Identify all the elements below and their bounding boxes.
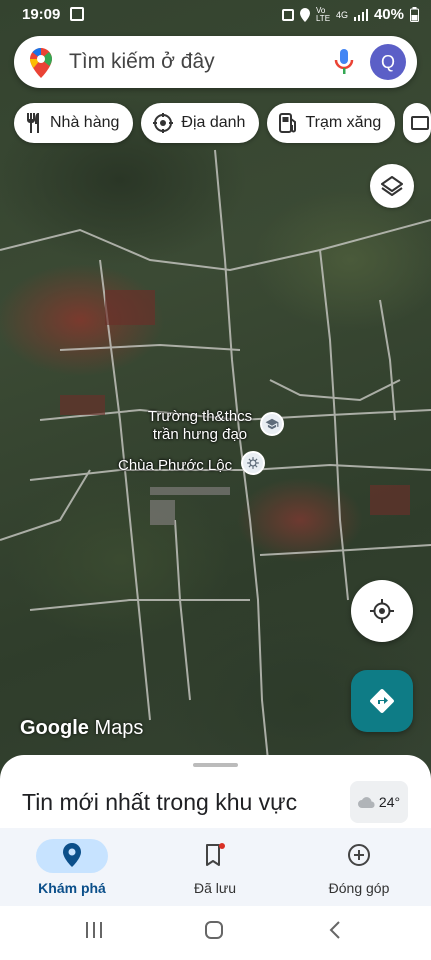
volte-badge: Vo LTE (315, 5, 331, 23)
chip-gas-stations[interactable]: Trạm xăng (267, 103, 396, 143)
layers-button[interactable] (370, 164, 414, 208)
nav-contribute-label: Đóng góp (328, 880, 390, 896)
weather-temperature: 24° (378, 794, 401, 810)
location-icon (299, 7, 310, 22)
search-input[interactable]: Tìm kiếm ở đây (69, 50, 215, 74)
microphone-icon[interactable] (334, 49, 354, 80)
gas-station-icon (279, 113, 297, 133)
category-chips: Nhà hàng Địa danh Trạm xăng (14, 103, 431, 143)
status-time: 19:09 (22, 6, 61, 23)
system-navigation-bar (0, 906, 431, 960)
status-bar: 19:09 Vo LTE 4G 40% (0, 0, 431, 30)
nav-explore-label: Khám phá (38, 880, 106, 896)
watermark-google: Google (20, 717, 89, 739)
landmark-icon (153, 113, 174, 133)
network-badge: 4G (335, 9, 348, 20)
directions-icon (370, 689, 394, 713)
account-avatar[interactable]: Q (370, 44, 406, 80)
bottom-navigation: Khám phá Đã lưu Đóng góp (0, 828, 431, 906)
temple-icon[interactable] (241, 451, 265, 475)
nav-explore[interactable]: Khám phá (0, 828, 144, 906)
my-location-button[interactable] (351, 580, 413, 642)
nav-saved[interactable]: Đã lưu (143, 828, 287, 906)
nav-saved-label: Đã lưu (193, 880, 237, 896)
directions-button[interactable] (351, 670, 413, 732)
poi-school-text: Trường th&thcs trần hưng đạo (147, 408, 253, 443)
chip-restaurants-label: Nhà hàng (50, 114, 120, 131)
explore-pin-icon (0, 843, 144, 867)
notification-icon (70, 7, 84, 21)
chip-gas-stations-label: Trạm xăng (305, 114, 382, 131)
alarm-icon (281, 8, 294, 21)
nav-contribute[interactable]: Đóng góp (287, 828, 431, 906)
sheet-title: Tin mới nhất trong khu vực (22, 789, 298, 815)
add-circle-icon (287, 843, 431, 867)
poi-temple-text: Chùa Phước Lộc (118, 457, 233, 474)
school-icon[interactable] (260, 412, 284, 436)
maps-pin-icon (30, 48, 52, 83)
cloud-icon (357, 797, 375, 808)
status-right: Vo LTE 4G 40% (281, 5, 419, 23)
crosshair-icon (370, 599, 394, 623)
chip-landmarks-label: Địa danh (181, 114, 246, 131)
poi-temple-label[interactable]: Chùa Phước Lộc (118, 457, 232, 475)
chip-more-partial[interactable] (403, 103, 431, 143)
poi-school-label[interactable]: Trường th&thcs trần hưng đạo (140, 408, 260, 444)
recent-apps-icon[interactable] (84, 920, 104, 945)
home-icon[interactable] (204, 920, 224, 945)
battery-icon (410, 7, 419, 22)
bookmark-icon (143, 843, 287, 867)
back-icon[interactable] (326, 920, 346, 945)
signal-icon (353, 8, 368, 21)
weather-badge[interactable]: 24° (350, 781, 408, 823)
chip-restaurants[interactable]: Nhà hàng (14, 103, 134, 143)
google-maps-watermark: Google Maps (20, 717, 143, 740)
sheet-handle[interactable] (193, 763, 238, 767)
battery-percent: 40% (373, 6, 404, 23)
search-bar[interactable]: Tìm kiếm ở đây Q (14, 36, 417, 88)
fork-knife-icon (27, 113, 39, 133)
watermark-maps: Maps (94, 717, 144, 739)
hotel-icon (411, 116, 430, 130)
layers-icon (381, 176, 403, 196)
chip-landmarks[interactable]: Địa danh (141, 103, 260, 143)
